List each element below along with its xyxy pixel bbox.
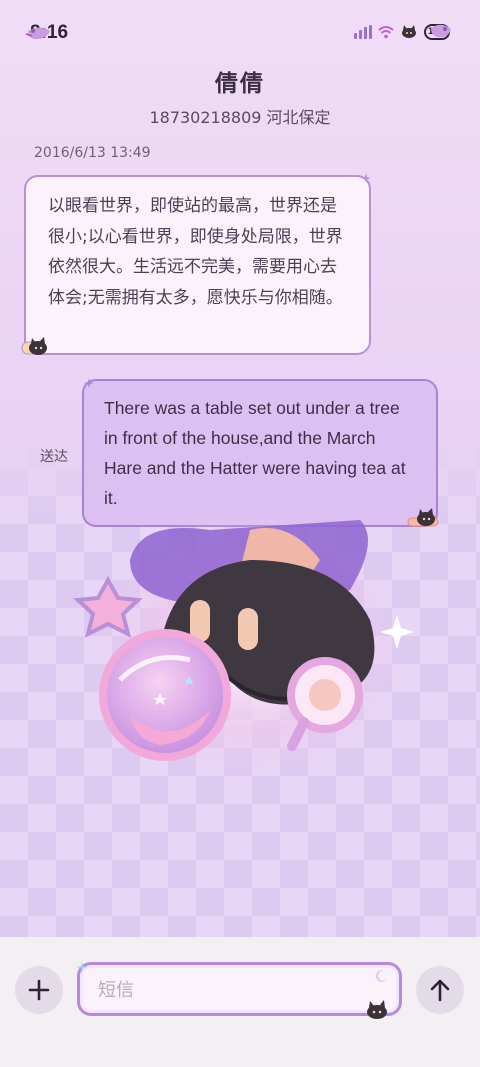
cat-sticker-icon [367,1000,387,1019]
plus-icon [28,979,50,1001]
message-input[interactable] [98,977,358,1003]
signal-bars-icon [354,25,372,39]
sparkle-icon [76,961,88,973]
sparkle-icon [361,173,371,183]
contact-name[interactable]: 倩倩 [0,64,480,98]
add-attachment-button[interactable] [15,966,63,1014]
delivery-status: 送达 [40,449,68,465]
incoming-message-text: 以眼看世界，即使站的最高，世界还是很小;以心看世界，即使身处局限，世界依然很大。… [48,196,343,308]
message-timestamp: 2016/6/13 13:49 [34,145,151,161]
contact-detail: 18730218809 河北保定 [149,108,331,127]
wifi-icon [378,26,394,39]
status-bar: 8:16 100 [0,0,480,64]
back-button[interactable] [24,22,54,44]
arrow-up-icon [430,979,450,1002]
sparkle-icon [84,378,94,388]
conversation-header: 倩倩 18730218809 河北保定 [0,64,480,128]
message-input-container[interactable] [76,961,402,1019]
send-button[interactable] [416,966,464,1014]
more-options-icon[interactable] [428,20,454,42]
cat-sticker-icon [21,337,47,355]
cat-wizard-illustration [73,510,420,790]
incoming-message-bubble[interactable]: 以眼看世界，即使站的最高，世界还是很小;以心看世界，即使身处局限，世界依然很大。… [24,175,371,355]
moon-icon [375,970,387,983]
cat-sticker-icon [402,25,416,38]
outgoing-message-text: There was a table set out under a tree i… [104,398,406,508]
